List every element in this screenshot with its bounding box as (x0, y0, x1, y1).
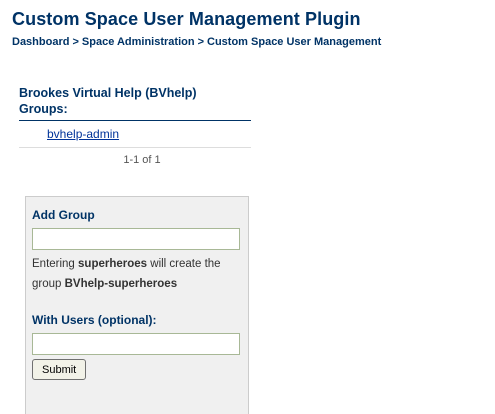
breadcrumb-space-administration-link[interactable]: Space Administration (82, 36, 195, 48)
add-group-heading: Add Group (32, 208, 95, 222)
submit-button[interactable]: Submit (32, 359, 87, 380)
add-group-help-text: Entering superheroes will create the gro… (32, 254, 242, 294)
page: Custom Space User Management Plugin Dash… (0, 0, 495, 414)
breadcrumb-dashboard-link[interactable]: Dashboard (12, 36, 69, 48)
group-link-bvhelp-admin[interactable]: bvhelp-admin (47, 127, 119, 141)
group-name-input[interactable] (32, 228, 240, 250)
help-text-group-prefix: BVhelp- (64, 278, 109, 290)
with-users-heading: With Users (optional): (32, 313, 157, 327)
groups-heading-line1: Brookes Virtual Help (BVhelp) (19, 86, 197, 100)
add-group-panel: Add Group Entering superheroes will crea… (25, 196, 249, 414)
pagination-count: 1-1 of 1 (123, 154, 161, 166)
breadcrumb: Dashboard > Space Administration > Custom Sp… (12, 36, 381, 48)
breadcrumb-separator: > (197, 36, 205, 48)
list-item: bvhelp-admin (19, 121, 251, 148)
breadcrumb-separator: > (72, 36, 79, 48)
help-text-group-suffix: superheroes (108, 278, 178, 290)
help-text-example: superheroes (78, 258, 148, 270)
users-input[interactable] (32, 333, 240, 355)
help-text-prefix: Entering (32, 258, 79, 270)
breadcrumb-current: Custom Space User Management (207, 36, 382, 48)
groups-heading: Brookes Virtual Help (BVhelp) Groups: (19, 85, 251, 121)
page-title: Custom Space User Management Plugin (12, 9, 361, 29)
groups-panel: Brookes Virtual Help (BVhelp) Groups: bv… (19, 85, 251, 166)
groups-heading-line2: Groups: (19, 102, 68, 116)
